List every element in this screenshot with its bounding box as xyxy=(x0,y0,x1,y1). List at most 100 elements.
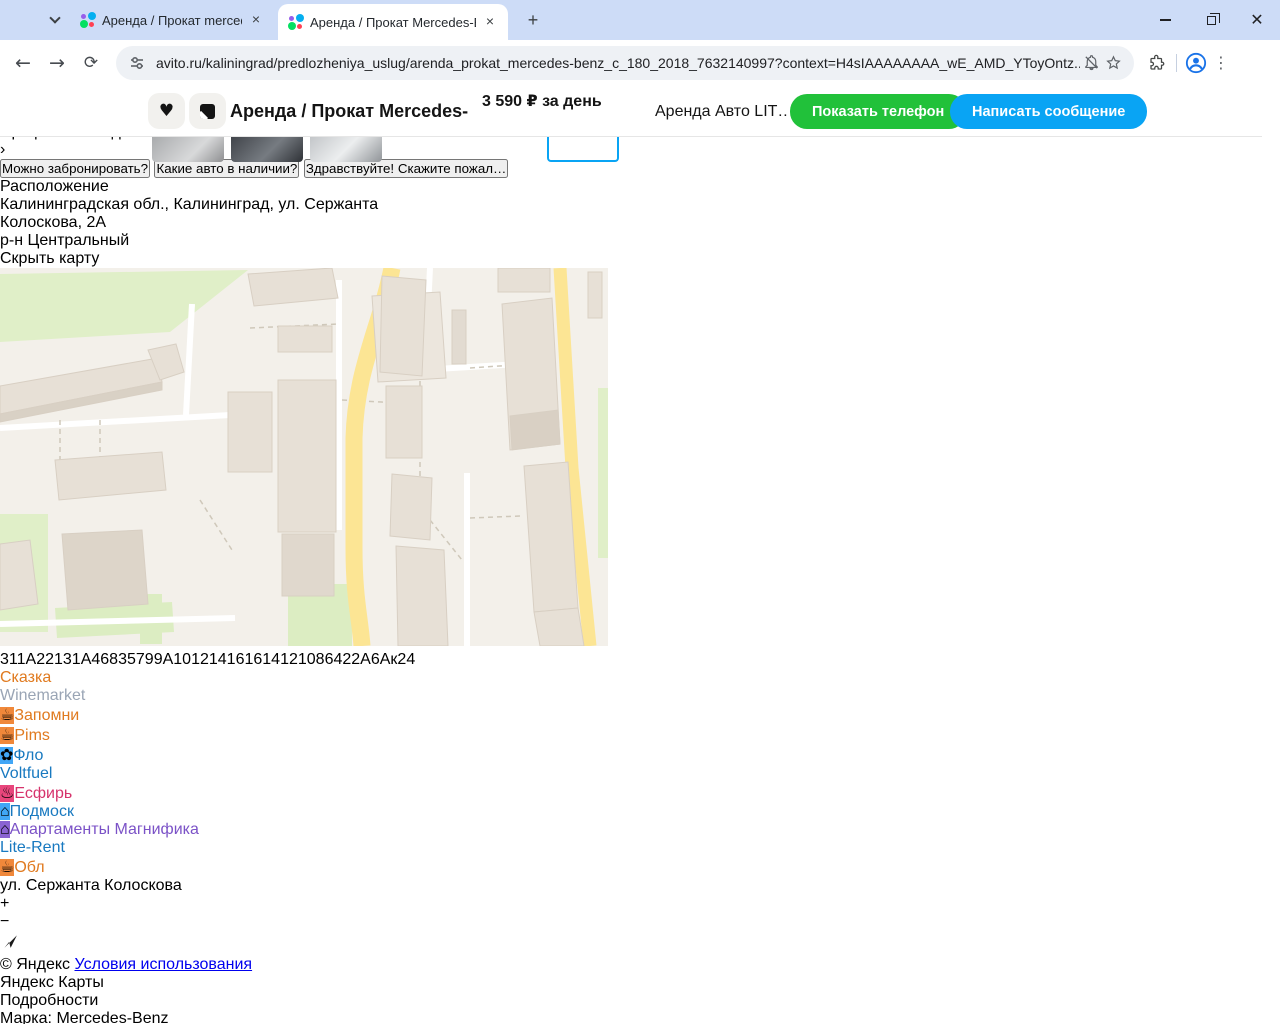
cafe-icon: ☕ xyxy=(0,859,15,876)
listing-title: Аренда / Прокат Mercedes-B… xyxy=(230,101,468,121)
photo-thumbnails xyxy=(152,137,619,162)
details-heading: Подробности xyxy=(0,992,99,1009)
logo-text: ндекс Карты xyxy=(11,974,104,991)
map-building-number: 6Ак2 xyxy=(370,651,407,668)
map-poi-car[interactable]: Voltfuel xyxy=(0,765,1280,783)
cup-icon: ♨ xyxy=(0,785,15,802)
map-poi-label: Фло xyxy=(13,747,44,764)
minimize-icon xyxy=(1159,19,1171,21)
map-poi-bed[interactable]: ⌂Подмоск xyxy=(0,803,1280,821)
cafe-icon: ☕ xyxy=(0,727,15,744)
address-bar[interactable]: avito.ru/kaliningrad/predlozheniya_uslug… xyxy=(116,45,1134,80)
map-copyright: © Яндекс xyxy=(0,956,75,973)
map-poi-flower[interactable]: ✿Фло xyxy=(0,745,1280,765)
tab-close-icon[interactable]: × xyxy=(248,12,264,28)
map-building-number: 12 xyxy=(280,651,298,668)
map-poi-label: Обл xyxy=(14,859,45,876)
map-building-number: 16 xyxy=(244,651,263,668)
close-button[interactable]: ✕ xyxy=(1234,0,1280,40)
note-button[interactable] xyxy=(189,93,226,129)
map-poi-label: Pims xyxy=(14,727,50,744)
map-canvas[interactable]: 311А22131А46835799А101214161614121086422… xyxy=(0,266,1280,992)
map-poi-label[interactable]: Сказка xyxy=(0,669,1280,687)
map-building-number: 2А xyxy=(351,651,371,668)
map-building-number: 6 xyxy=(100,651,110,668)
tab-title: Аренда / Прокат Mercedes-Be xyxy=(310,14,476,30)
hide-map-link[interactable]: Скрыть карту xyxy=(0,250,1280,268)
back-button[interactable]: ← xyxy=(8,48,38,78)
street-name-label: ул. Сержанта Колоскова xyxy=(0,877,182,894)
map-building-number: 8 xyxy=(109,651,119,668)
photo-thumbnail-selected[interactable] xyxy=(547,137,619,162)
map-building-number: 10 xyxy=(173,651,192,668)
map-poi-label[interactable]: Winemarket xyxy=(0,687,1280,705)
map-building-number: 14 xyxy=(262,651,281,668)
chevron-down-icon xyxy=(49,12,61,24)
listing-sticky-header: ♥ Аренда / Прокат Mercedes-B… 3 590 ₽ за… xyxy=(0,85,1262,137)
avito-favicon xyxy=(288,14,304,30)
map-terms-link[interactable]: Условия использования xyxy=(74,956,252,973)
toolbar-right: ⋮ xyxy=(1146,52,1235,74)
note-icon xyxy=(200,103,215,119)
map-attribution: © Яндекс Условия использования xyxy=(0,956,1280,974)
address-district: р-н Центральный xyxy=(0,232,130,249)
reload-button[interactable]: ⟳ xyxy=(76,48,106,78)
profile-avatar-icon[interactable] xyxy=(1185,52,1207,74)
logo-letter: Я xyxy=(0,974,12,991)
site-settings-icon[interactable] xyxy=(126,52,148,74)
cafe-icon: ☕ xyxy=(0,707,15,724)
map-poi-cup[interactable]: ♨Есфирь xyxy=(0,783,1280,803)
map-zoom-controls: + − xyxy=(0,895,1280,931)
favorite-button[interactable]: ♥ xyxy=(148,93,185,129)
map-building-number: 14 xyxy=(208,651,227,668)
location-heading: Расположение xyxy=(0,178,109,195)
map-building-number: 31А xyxy=(62,651,92,668)
tab-title: Аренда / Прокат mercedes-be xyxy=(102,12,242,28)
show-phone-button[interactable]: Показать телефон xyxy=(790,94,967,129)
photo-thumbnail[interactable] xyxy=(389,137,461,162)
map-poi-label: Сказка xyxy=(0,669,52,686)
seller-name[interactable]: Аренда Авто LIT… xyxy=(655,103,787,121)
extensions-icon[interactable] xyxy=(1146,52,1168,74)
map-building-number: 8 xyxy=(315,651,325,668)
map-graphics xyxy=(0,266,608,647)
tab-close-icon[interactable]: × xyxy=(482,14,498,30)
map-building-number: 10 xyxy=(297,651,316,668)
photo-thumbnail[interactable] xyxy=(231,137,303,162)
new-tab-button[interactable]: + xyxy=(522,10,544,32)
flower-icon: ✿ xyxy=(0,747,14,764)
browser-tab-strip: Аренда / Прокат mercedes-be × Аренда / П… xyxy=(0,0,1280,40)
restore-button[interactable] xyxy=(1188,0,1234,40)
notifications-blocked-icon[interactable] xyxy=(1080,52,1102,74)
tab-search-button[interactable] xyxy=(42,9,68,31)
browser-menu-icon[interactable]: ⋮ xyxy=(1207,53,1235,72)
map-building-number: 7 xyxy=(135,651,145,668)
geolocation-button[interactable] xyxy=(0,931,1280,956)
quick-reply-chip[interactable]: Можно забронировать? xyxy=(0,159,151,178)
photo-thumbnail[interactable] xyxy=(310,137,382,162)
map-poi-label: Winemarket xyxy=(0,687,86,704)
map-poi-cafe[interactable]: ☕Pims xyxy=(0,725,1280,745)
forward-button[interactable]: → xyxy=(42,48,72,78)
map-poi-car[interactable]: Lite-Rent xyxy=(0,839,1280,857)
tab-active[interactable]: Аренда / Прокат Mercedes-Be × xyxy=(278,4,508,40)
zoom-out-button[interactable]: − xyxy=(0,913,1280,931)
write-message-button[interactable]: Написать сообщение xyxy=(950,94,1148,129)
map-building-number: 2 xyxy=(342,651,352,668)
map-poi-cafe[interactable]: ☕Запомни xyxy=(0,705,1280,725)
map-poi-label: Voltfuel xyxy=(0,765,53,782)
map-poi-bed[interactable]: ⌂Апартаменты Магнифика xyxy=(0,821,1280,839)
map-poi-cafe[interactable]: ☕Обл xyxy=(0,857,1280,877)
url-text[interactable]: avito.ru/kaliningrad/predlozheniya_uslug… xyxy=(156,55,1080,71)
tab-inactive[interactable]: Аренда / Прокат mercedes-be × xyxy=(74,0,270,40)
bookmark-star-icon[interactable] xyxy=(1102,52,1124,74)
address-line: Колоскова, 2А xyxy=(0,214,107,231)
map-poi-label: Lite-Rent xyxy=(0,839,65,856)
photo-thumbnail[interactable] xyxy=(152,137,224,162)
zoom-in-button[interactable]: + xyxy=(0,895,1280,913)
listing-address: Калининградская обл., Калининград, ул. С… xyxy=(0,196,1280,250)
map-labels: 311А22131А46835799А101214161614121086422… xyxy=(0,651,1280,877)
photo-thumbnail[interactable] xyxy=(468,137,540,162)
window-controls: ✕ xyxy=(1142,0,1280,40)
minimize-button[interactable] xyxy=(1142,0,1188,40)
